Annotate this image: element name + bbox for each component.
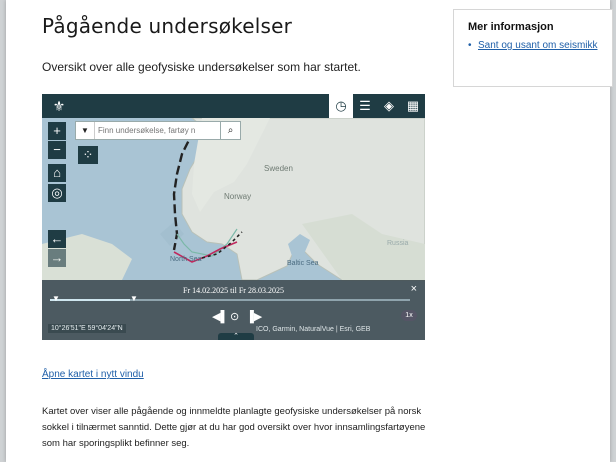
previous-icon[interactable]: ◀▌	[212, 310, 228, 323]
map-label-russia: Russia	[387, 240, 409, 247]
map-search: ▼ ⌕	[75, 121, 241, 140]
locate-icon[interactable]: ◎	[48, 184, 66, 202]
list-icon[interactable]: ☰	[353, 94, 377, 118]
time-slider-panel: Fr 14.02.2025 til Fr 28.03.2025 × ▼ ▼ ◀▌…	[42, 280, 425, 340]
time-track[interactable]	[50, 299, 410, 301]
map-attribution: ICO, Garmin, NaturalVue | Esri, GEB	[256, 326, 371, 333]
map-label-baltic-sea: Baltic Sea	[287, 260, 319, 267]
coordinate-readout: 10°26'51"E 59°04'24"N	[48, 324, 126, 333]
time-end-handle[interactable]: ▼	[130, 295, 138, 303]
crest-logo-icon: ⚜	[52, 98, 66, 114]
page-title: Pågående undersøkelser	[42, 14, 293, 38]
more-info-list: Sant og usant om seismikk	[468, 40, 603, 52]
chevron-down-icon[interactable]: ▼	[76, 122, 95, 139]
speed-button[interactable]: 1x	[401, 310, 417, 321]
time-start-handle[interactable]: ▼	[52, 295, 60, 303]
search-icon[interactable]: ⌕	[220, 121, 241, 140]
map-description: Kartet over viser alle pågående og innme…	[42, 406, 426, 449]
survey-map[interactable]: Norway Sweden North Sea Baltic Sea Russi…	[42, 94, 425, 340]
clock-icon[interactable]: ◷	[329, 94, 353, 118]
zoom-out-button[interactable]: −	[48, 141, 66, 159]
home-icon[interactable]: ⌂	[48, 164, 66, 182]
more-info-box: Mer informasjon Sant og usant om seismik…	[453, 9, 613, 87]
vessel-icon[interactable]: ⁘	[78, 146, 98, 164]
play-icon[interactable]: ⊙	[230, 310, 239, 323]
more-info-link-seismikk[interactable]: Sant og usant om seismikk	[468, 40, 603, 52]
map-label-north-sea: North Sea	[170, 256, 202, 263]
layers-icon[interactable]: ◈	[377, 94, 401, 118]
map-label-sweden: Sweden	[264, 164, 293, 173]
back-arrow-icon[interactable]: ←	[48, 230, 66, 248]
close-icon[interactable]: ×	[411, 283, 417, 295]
open-map-link[interactable]: Åpne kartet i nytt vindu	[42, 369, 144, 380]
page-subtitle: Oversikt over alle geofysiske undersøkel…	[42, 60, 361, 74]
search-input[interactable]	[98, 123, 216, 137]
map-toolbar: ⚜ ◷ ☰ ◈ ▦	[42, 94, 425, 118]
time-range-label: Fr 14.02.2025 til Fr 28.03.2025	[183, 286, 284, 295]
expand-panel-tab[interactable]: ⌃	[218, 333, 254, 340]
map-label-norway: Norway	[224, 192, 252, 201]
forward-arrow-icon[interactable]: →	[48, 249, 66, 267]
zoom-in-button[interactable]: +	[48, 122, 66, 140]
more-info-heading: Mer informasjon	[468, 21, 554, 33]
grid-icon[interactable]: ▦	[401, 94, 425, 118]
next-icon[interactable]: ▐▶	[246, 310, 262, 323]
page: Pågående undersøkelser Oversikt over all…	[6, 0, 613, 462]
